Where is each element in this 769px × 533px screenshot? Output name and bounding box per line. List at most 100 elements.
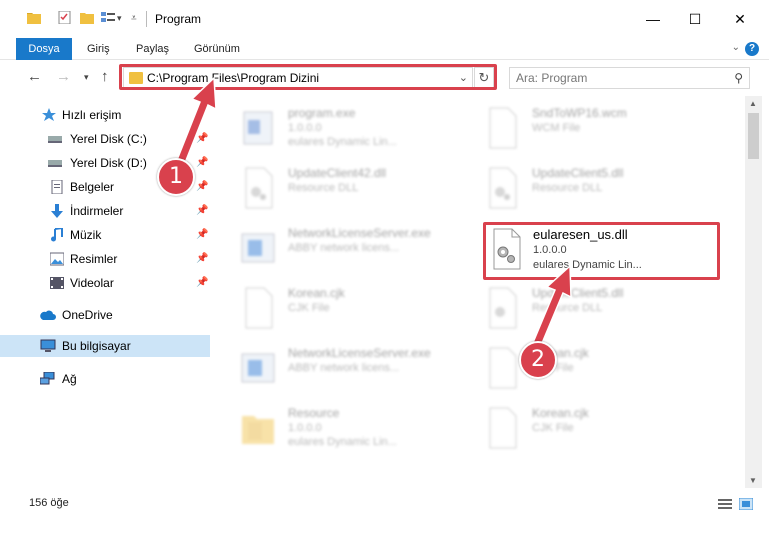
file-detail: Resource DLL [532,182,603,194]
dll-file-icon [493,228,521,270]
pin-icon: 📌 [196,157,209,168]
videos-icon [50,277,64,289]
pin-icon: 📌 [196,277,209,288]
pin-icon: 📌 [196,253,209,264]
sidebar-item-label: Ağ [62,372,77,386]
scroll-down-icon[interactable]: ▼ [749,476,757,485]
sidebar-item-quick-access[interactable]: Hızlı erişim [0,104,210,126]
search-placeholder: Ara: Program [516,71,588,85]
sidebar-item-videos[interactable]: Videolar 📌 [0,272,210,294]
recent-locations-icon[interactable]: ▾ [84,72,89,83]
sidebar-item-pictures[interactable]: Resimler 📌 [0,248,210,270]
file-tile[interactable]: program.exe 1.0.0.0 eulares Dynamic Lin.… [240,102,480,158]
file-detail: eulares Dynamic Lin... [288,136,397,148]
quick-access-dropdown-icon[interactable]: ▾ [117,13,122,24]
properties-icon[interactable] [58,11,72,24]
file-detail: CJK File [532,422,574,434]
dll-file-icon [489,287,517,329]
search-input[interactable]: Ara: Program ⚲ [509,67,750,89]
title-separator [146,11,147,27]
file-name: SndToWP16.wcm [532,106,627,120]
file-detail: WCM File [532,122,581,134]
file-tile[interactable]: UpdateClient5.dll Resource DLL [484,282,724,338]
sidebar-item-label: İndirmeler [70,204,124,218]
file-icon [489,407,517,449]
up-arrow-icon[interactable]: ↑ [101,68,109,85]
pin-icon: 📌 [196,229,209,240]
pictures-icon [50,252,64,266]
search-icon[interactable]: ⚲ [734,71,743,85]
file-tile[interactable]: Korean.cjk CJK File [484,402,724,458]
exe-file-icon [243,111,273,145]
file-detail: 1.0.0.0 [288,122,322,134]
dll-file-icon [245,167,273,209]
file-name: Korean.cjk [288,286,345,300]
file-tile[interactable]: NetworkLicenseServer.exe ABBY network li… [240,342,480,398]
tab-share[interactable]: Paylaş [136,38,169,60]
file-detail: CJK File [288,302,330,314]
ribbon-expand-icon[interactable]: ⌄ [732,42,740,53]
tab-file[interactable]: Dosya [16,38,72,60]
file-tile[interactable]: Korean.cjk CJK File [240,282,480,338]
star-icon [42,108,56,121]
sidebar-item-network[interactable]: Ağ [0,368,210,390]
file-tile[interactable]: SndToWP16.wcm WCM File [484,102,724,158]
step-badge-2: 2 [519,341,557,379]
maximize-button[interactable]: ☐ [672,0,718,38]
pin-icon: 📌 [196,133,209,144]
status-bar: 156 öğe [0,490,769,516]
file-detail: ABBY network licens... [288,362,400,374]
file-version: 1.0.0.0 [533,244,567,256]
quick-access-menu-icon[interactable]: ⩡ [131,13,137,24]
file-tile[interactable]: Korean.cjk CJK File [484,342,724,398]
large-icons-view-icon[interactable] [739,498,753,510]
details-view-icon[interactable] [718,498,732,510]
sidebar-item-onedrive[interactable]: OneDrive [0,304,210,326]
file-icon [245,287,273,329]
navigation-pane: Hızlı erişim Yerel Disk (C:) 📌 Yerel Dis… [0,96,210,488]
close-button[interactable]: ✕ [717,0,763,38]
drive-icon [48,160,62,167]
file-detail: Resource DLL [532,302,603,314]
file-detail: 1.0.0.0 [288,422,322,434]
file-name: Resource [288,406,340,420]
forward-arrow-icon[interactable]: → [56,68,71,85]
back-arrow-icon[interactable]: ← [27,68,42,85]
file-tile[interactable]: UpdateClient42.dll Resource DLL [240,162,480,218]
file-tile[interactable]: NetworkLicenseServer.exe ABBY network li… [240,222,480,278]
tab-view[interactable]: Görünüm [194,38,240,60]
scroll-up-icon[interactable]: ▲ [749,99,757,108]
file-detail: ABBY network licens... [288,242,400,254]
sidebar-item-label: Belgeler [70,180,115,194]
title-bar: ▾ ⩡ Program — ☐ ✕ [0,0,769,38]
file-name: NetworkLicenseServer.exe [288,346,431,360]
help-icon[interactable]: ? [745,42,759,56]
new-folder-icon[interactable] [80,11,94,24]
scroll-thumb[interactable] [748,113,759,159]
file-tile[interactable]: Resource 1.0.0.0 eulares Dynamic Lin... [240,402,480,458]
folder-icon[interactable] [27,11,41,24]
sidebar-item-label: Yerel Disk (C:) [70,132,147,146]
sidebar-item-label: Videolar [70,276,114,290]
sidebar-item-label: Resimler [70,252,118,266]
sidebar-item-music[interactable]: Müzik 📌 [0,224,210,246]
pin-icon: 📌 [196,205,209,216]
sidebar-item-disk-c[interactable]: Yerel Disk (C:) 📌 [0,128,210,150]
file-name: Korean.cjk [532,406,589,420]
customize-icon[interactable] [101,11,115,24]
highlighted-file-tile[interactable]: eularesen_us.dll 1.0.0.0 eulares Dynamic… [483,222,720,280]
sidebar-item-downloads[interactable]: İndirmeler 📌 [0,200,210,222]
sidebar-item-label: Müzik [70,228,102,242]
sidebar-item-label: Bu bilgisayar [62,339,131,353]
pin-icon: 📌 [196,181,209,192]
network-icon [40,372,55,385]
file-tile[interactable]: UpdateClient5.dll Resource DLL [484,162,724,218]
dll-file-icon [489,167,517,209]
sidebar-item-label: OneDrive [62,308,113,322]
sidebar-item-this-pc[interactable]: Bu bilgisayar [0,335,210,357]
minimize-button[interactable]: — [630,0,676,38]
step-badge-1: 1 [157,158,195,196]
file-name: UpdateClient5.dll [532,286,624,300]
vertical-scrollbar[interactable]: ▲ ▼ [745,96,762,488]
tab-home[interactable]: Giriş [87,38,110,60]
